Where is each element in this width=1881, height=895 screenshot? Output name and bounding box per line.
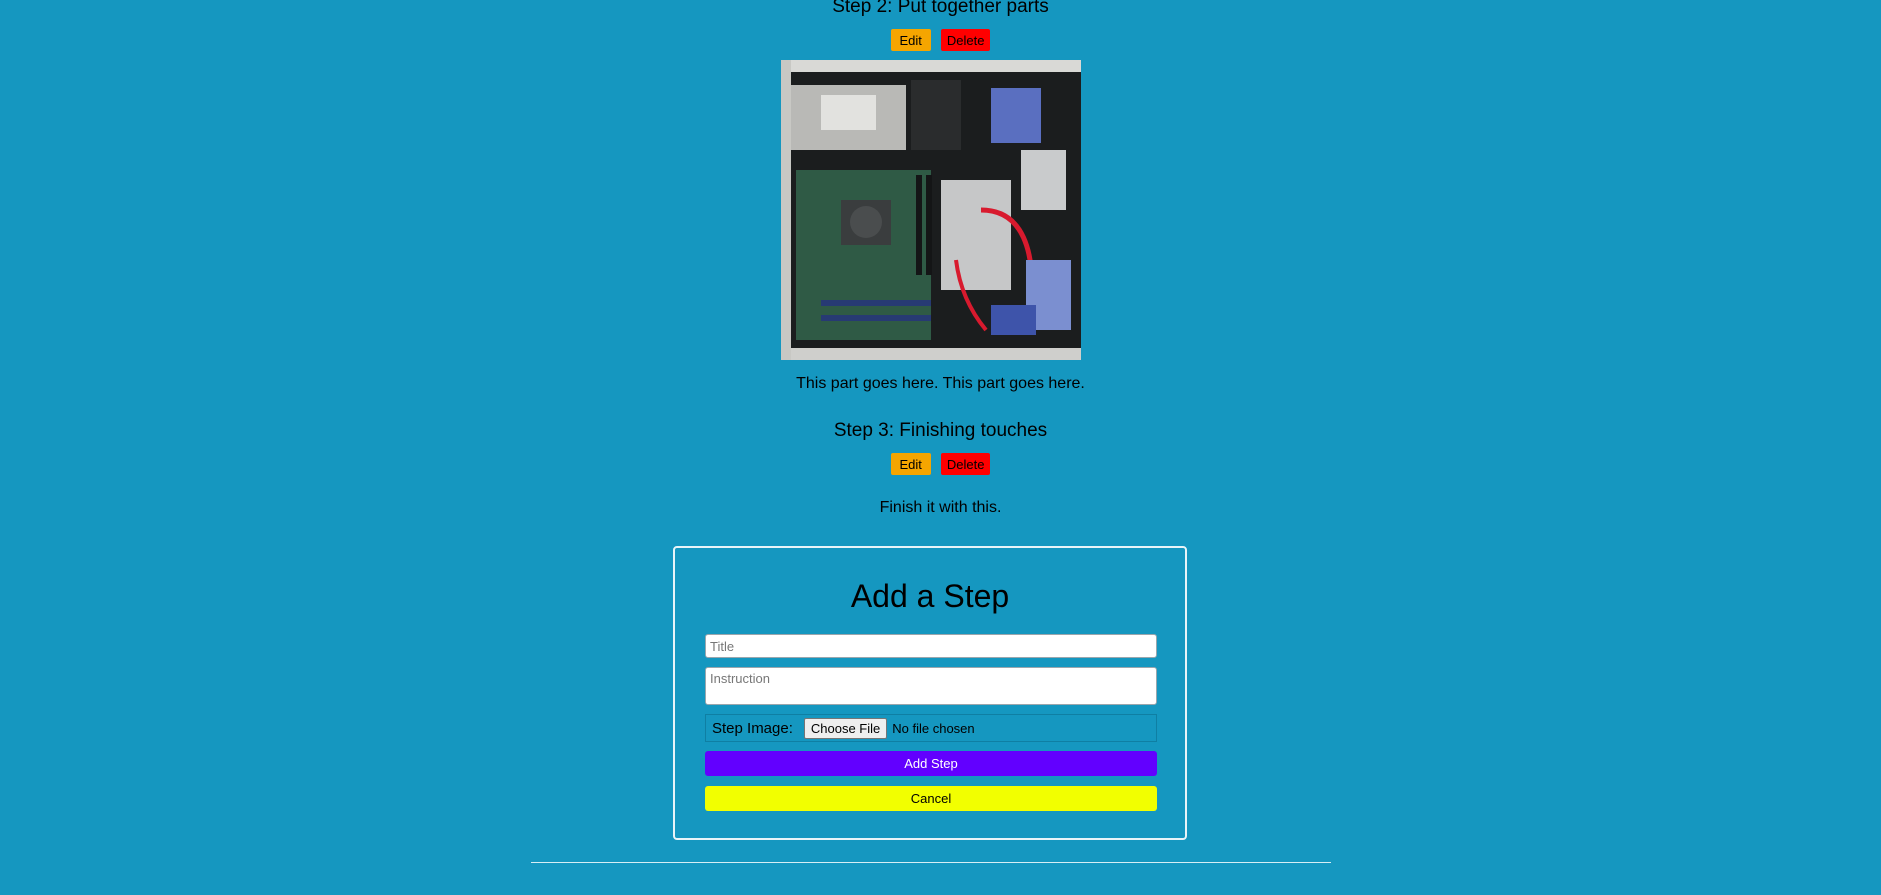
- file-status: No file chosen: [892, 720, 975, 736]
- edit-button[interactable]: Edit: [890, 453, 931, 475]
- step-2-actions: Edit Delete: [0, 29, 1881, 51]
- step-instruction: This part goes here. This part goes here…: [796, 375, 1085, 392]
- step-image: [781, 60, 1081, 360]
- delete-button[interactable]: Delete: [940, 453, 991, 475]
- step-3: Step 3: Finishing touches: [0, 420, 1881, 442]
- delete-button[interactable]: Delete: [940, 29, 991, 51]
- add-step-form: Add a Step Step Image: Choose File No fi…: [673, 546, 1187, 840]
- choose-file-button[interactable]: Choose File: [803, 717, 888, 739]
- step-3-text: Finish it with this.: [0, 499, 1881, 517]
- step-title: Step 2: Put together parts: [832, 0, 1049, 17]
- form-title: Add a Step: [850, 578, 1010, 614]
- divider: [531, 862, 1331, 863]
- step-image-field: Step Image: Choose File No file chosen: [705, 714, 1157, 742]
- pc-internals-photo-icon: [781, 60, 1081, 360]
- page: Step 2: Put together parts Edit Delete T…: [0, 0, 1881, 895]
- step-2-text: This part goes here. This part goes here…: [0, 375, 1881, 393]
- instruction-input[interactable]: [705, 667, 1157, 705]
- title-input[interactable]: [705, 634, 1157, 658]
- step-image-label: Step Image:: [712, 719, 793, 737]
- step-instruction: Finish it with this.: [879, 499, 1002, 516]
- step-2: Step 2: Put together parts: [0, 0, 1881, 18]
- step-title: Step 3: Finishing touches: [833, 420, 1048, 441]
- add-step-button[interactable]: Add Step: [705, 751, 1157, 776]
- cancel-button[interactable]: Cancel: [705, 786, 1157, 811]
- step-3-actions: Edit Delete: [0, 453, 1881, 475]
- edit-button[interactable]: Edit: [890, 29, 931, 51]
